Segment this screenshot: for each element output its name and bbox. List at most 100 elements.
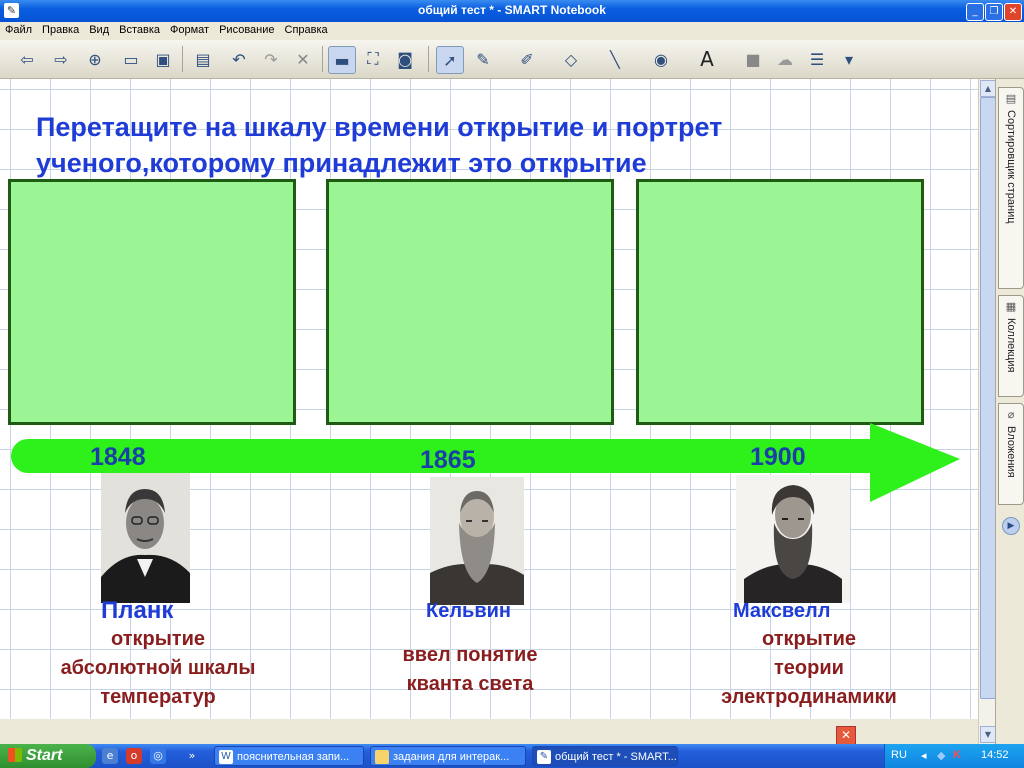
menu-draw[interactable]: Рисование xyxy=(214,22,279,36)
open-icon[interactable]: ▭ xyxy=(118,46,144,72)
tray-arrow-icon[interactable]: ◂ xyxy=(921,749,927,762)
delete-icon[interactable]: ✕ xyxy=(290,46,316,72)
start-label: Start xyxy=(26,747,63,764)
scientist-name-planck[interactable]: Планк xyxy=(101,597,173,625)
undo-icon[interactable]: ↶ xyxy=(226,46,252,72)
task-folder[interactable]: задания для интерак... xyxy=(370,746,526,766)
tab-label: Вложения xyxy=(1005,426,1017,478)
screen-shade-icon[interactable]: ▬ xyxy=(328,46,356,74)
gallery-icon: ▦ xyxy=(1005,300,1017,313)
cloud-icon[interactable]: ☁ xyxy=(772,46,798,72)
restore-icon[interactable]: ❐ xyxy=(985,3,1003,21)
scroll-up-icon[interactable]: ▲ xyxy=(980,80,996,97)
select-icon[interactable]: ➚ xyxy=(436,46,464,74)
discovery-line: температур xyxy=(100,686,216,708)
system-tray: RU ◂ ◆ K 14:52 xyxy=(884,744,1024,768)
close-icon[interactable]: ✕ xyxy=(836,726,856,745)
menu-edit[interactable]: Правка xyxy=(37,22,84,36)
quicklaunch-more-icon[interactable]: » xyxy=(184,748,200,764)
discovery-line: абсолютной шкалы xyxy=(60,657,256,679)
scientist-name-maxwell[interactable]: Максвелл xyxy=(733,600,830,623)
tray-icon[interactable]: ◆ xyxy=(937,749,945,762)
task-word[interactable]: Wпояснительная запи... xyxy=(214,746,364,766)
year-label: 1900 xyxy=(750,443,806,471)
horizontal-scroll-area xyxy=(0,719,858,744)
drop-zone-1[interactable] xyxy=(8,179,296,425)
scientist-name-kelvin[interactable]: Кельвин xyxy=(426,600,511,623)
forward-icon[interactable]: ⇨ xyxy=(48,46,74,72)
line-icon[interactable]: ╲ xyxy=(602,46,628,72)
side-tabs: ▤ Сортировщик страниц ▦ Коллекция ⌀ Влож… xyxy=(995,79,1024,744)
menu-insert[interactable]: Вставка xyxy=(114,22,165,36)
discovery-text-2[interactable]: ввел понятие кванта света xyxy=(370,641,570,699)
discovery-text-3[interactable]: открытие теории электродинамики xyxy=(690,625,928,712)
discovery-line: ввел понятие xyxy=(402,644,538,666)
paste-icon[interactable]: ▤ xyxy=(190,46,216,72)
minimize-icon[interactable]: _ xyxy=(966,3,984,21)
folder-icon xyxy=(375,750,389,764)
discovery-line: открытие xyxy=(110,628,206,650)
taskbar: Start e o ◎ » Wпояснительная запи... зад… xyxy=(0,744,1024,768)
task-label: общий тест * - SMART... xyxy=(555,751,677,763)
toolbar: ⇦ ⇨ ⊕ ▭ ▣ ▤ ↶ ↷ ✕ ▬ ⛶ ◙ ➚ ✎ ✐ ◇ ╲ ◉ A ■ … xyxy=(0,40,1024,79)
fill-icon[interactable]: ◉ xyxy=(648,46,674,72)
start-button[interactable]: Start xyxy=(0,744,96,768)
page-sorter-icon: ▤ xyxy=(1005,92,1017,105)
add-page-icon[interactable]: ⊕ xyxy=(82,46,108,72)
language-indicator[interactable]: RU xyxy=(891,749,907,761)
capture-icon[interactable]: ◙ xyxy=(392,46,418,72)
year-label: 1865 xyxy=(420,446,476,474)
collapse-arrow-icon[interactable]: ▶ xyxy=(1002,517,1020,535)
close-icon[interactable]: ✕ xyxy=(1004,3,1022,21)
discovery-line: теории xyxy=(774,657,844,679)
separator xyxy=(428,46,429,72)
ie-icon[interactable]: e xyxy=(102,748,118,764)
separator xyxy=(182,46,183,72)
drop-zone-2[interactable] xyxy=(326,179,614,425)
text-icon[interactable]: A xyxy=(694,46,720,72)
tab-gallery[interactable]: ▦ Коллекция xyxy=(998,295,1024,397)
kelvin-portrait[interactable] xyxy=(430,477,524,605)
menu-help[interactable]: Справка xyxy=(280,22,333,36)
planck-portrait[interactable] xyxy=(101,473,190,603)
tab-page-sorter[interactable]: ▤ Сортировщик страниц xyxy=(998,87,1024,289)
window-title: общий тест * - SMART Notebook xyxy=(418,3,606,17)
windows-logo-icon xyxy=(8,748,22,762)
save-icon[interactable]: ▣ xyxy=(150,46,176,72)
menu-format[interactable]: Формат xyxy=(165,22,214,36)
maxwell-portrait[interactable] xyxy=(736,475,850,603)
separator xyxy=(322,46,323,72)
scroll-thumb[interactable] xyxy=(980,97,996,699)
discovery-text-1[interactable]: открытие абсолютной шкалы температур xyxy=(26,625,290,712)
creative-pen-icon[interactable]: ✐ xyxy=(514,46,540,72)
shapes-icon[interactable]: ■ xyxy=(740,46,766,72)
page-heading: Перетащите на шкалу времени открытие и п… xyxy=(36,112,723,178)
more-icon[interactable]: ▾ xyxy=(836,46,862,72)
vertical-scrollbar[interactable]: ▲ ▼ xyxy=(978,79,996,744)
menu-file[interactable]: Файл xyxy=(0,22,37,36)
quicklaunch-icon[interactable]: ◎ xyxy=(150,748,166,764)
redo-icon[interactable]: ↷ xyxy=(258,46,284,72)
discovery-line: электродинамики xyxy=(721,686,897,708)
clock: 14:52 xyxy=(981,749,1009,761)
discovery-line: открытие xyxy=(761,628,857,650)
back-icon[interactable]: ⇦ xyxy=(14,46,40,72)
menu-bar: Файл Правка Вид Вставка Формат Рисование Справ… xyxy=(0,22,1024,40)
drop-zone-3[interactable] xyxy=(636,179,924,425)
title-bar: ✎ общий тест * - SMART Notebook _ ❐ ✕ xyxy=(0,0,1024,22)
word-icon: W xyxy=(219,750,233,764)
year-label: 1848 xyxy=(90,443,146,471)
full-screen-icon[interactable]: ⛶ xyxy=(360,46,386,72)
kaspersky-icon[interactable]: K xyxy=(953,749,961,761)
menu-view[interactable]: Вид xyxy=(84,22,114,36)
task-smart[interactable]: ✎ общий тест * - SMART... xyxy=(532,746,678,766)
tab-attachments[interactable]: ⌀ Вложения xyxy=(998,403,1024,505)
pen-icon[interactable]: ✎ xyxy=(470,46,496,72)
table-icon[interactable]: ☰ xyxy=(804,46,830,72)
opera-icon[interactable]: o xyxy=(126,748,142,764)
tab-label: Сортировщик страниц xyxy=(1005,110,1017,224)
eraser-icon[interactable]: ◇ xyxy=(558,46,584,72)
tab-label: Коллекция xyxy=(1005,318,1017,373)
scroll-down-icon[interactable]: ▼ xyxy=(980,726,996,743)
notebook-page[interactable]: Перетащите на шкалу времени открытие и п… xyxy=(0,79,978,719)
